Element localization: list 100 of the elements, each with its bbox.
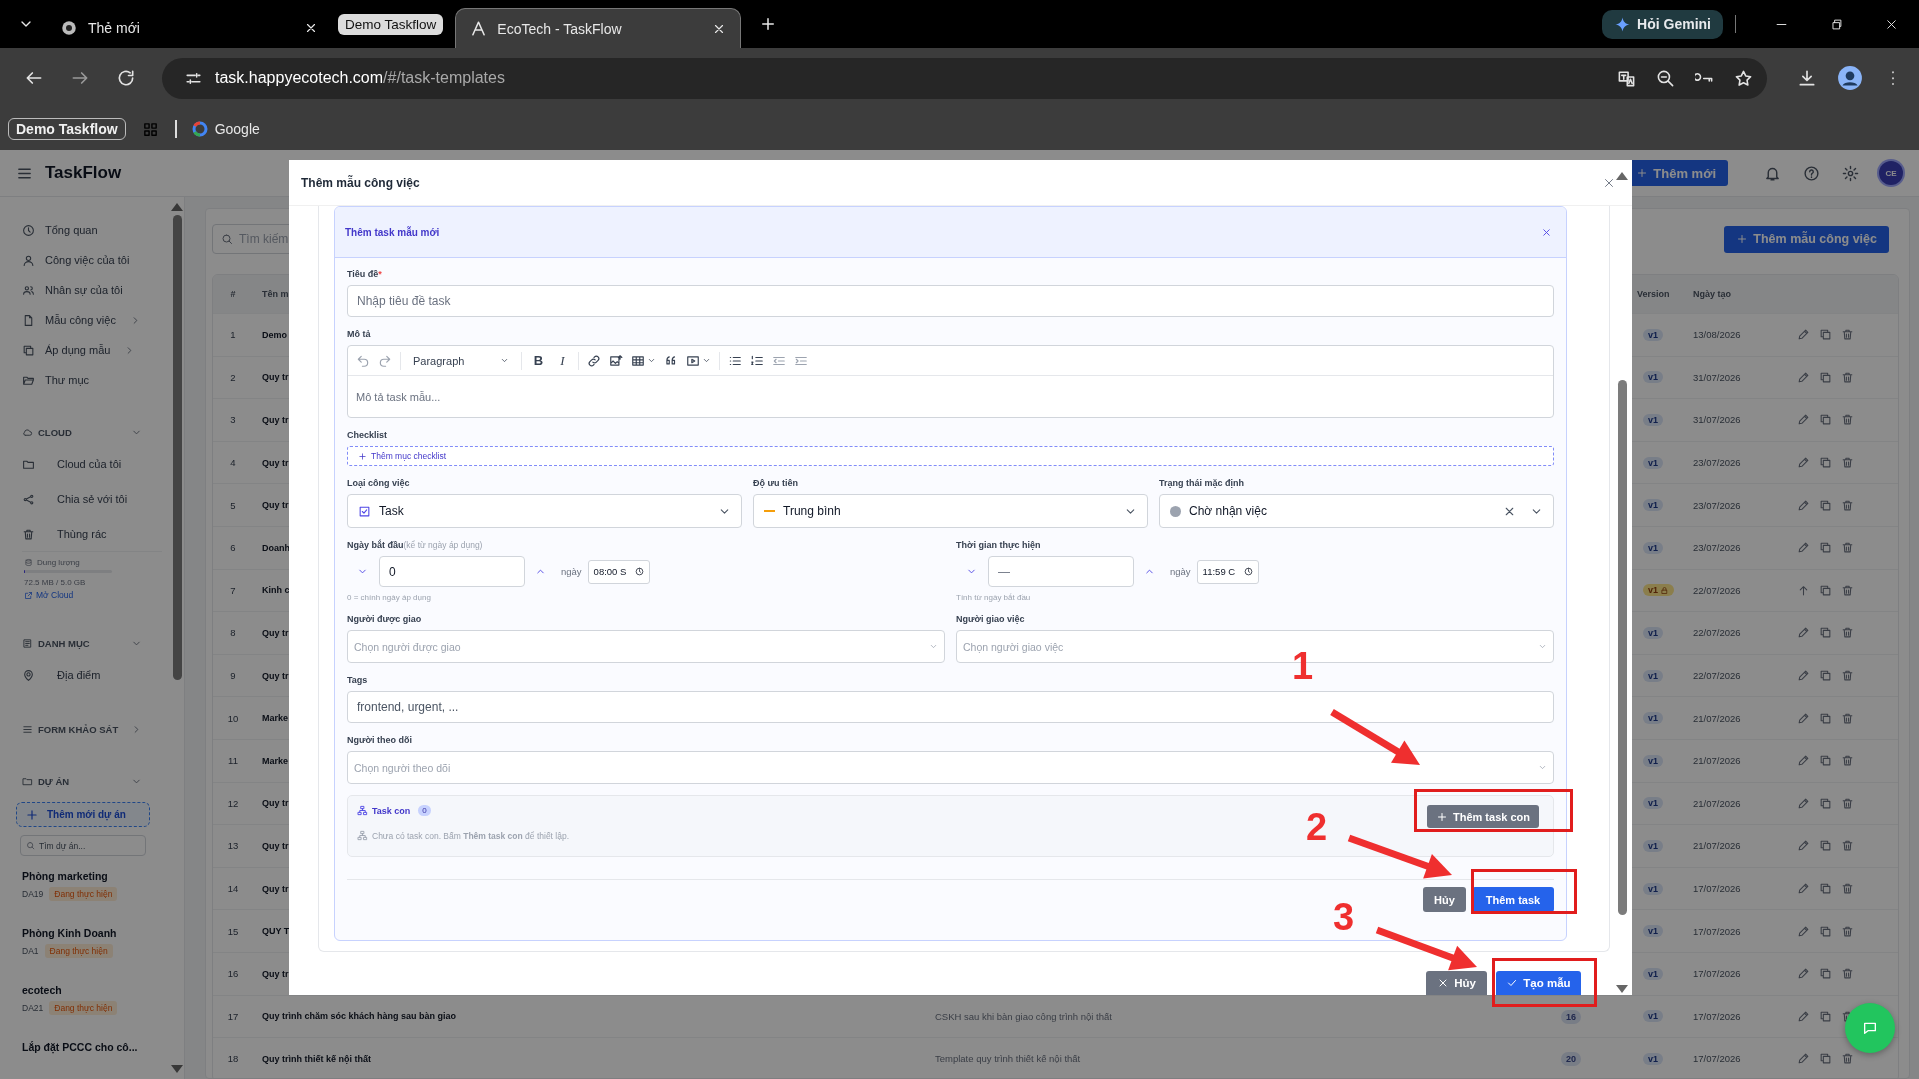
edit-icon[interactable] (1797, 1052, 1810, 1066)
delete-icon[interactable] (1841, 328, 1854, 342)
table-icon[interactable] (631, 353, 646, 368)
edit-icon[interactable] (1797, 498, 1810, 512)
time-field[interactable]: 08:00 S (587, 559, 650, 584)
italic-button[interactable]: I (554, 352, 571, 369)
section-header[interactable]: DANH MỤC (22, 628, 170, 658)
delete-icon[interactable] (1841, 498, 1854, 512)
sidebar-item[interactable]: Nhân sự của tôi (22, 275, 170, 306)
delete-icon[interactable] (1841, 882, 1854, 895)
bookmark-group[interactable]: Demo Taskflow (8, 118, 126, 140)
project-item[interactable]: ecotech DA21 Đang thực hiện (22, 984, 170, 1015)
sidebar-item[interactable]: Cloud của tôi (22, 446, 170, 482)
edit-icon[interactable] (1797, 882, 1810, 895)
section-header[interactable]: FORM KHẢO SÁT (22, 714, 170, 745)
number-field[interactable]: 0 (379, 556, 525, 587)
copy-icon[interactable] (1819, 669, 1832, 683)
copy-icon[interactable] (1819, 498, 1832, 512)
delete-icon[interactable] (1841, 583, 1854, 597)
image-icon[interactable] (609, 353, 624, 368)
delete-icon[interactable] (1841, 370, 1854, 384)
undo-icon[interactable] (356, 353, 370, 368)
browser-tab[interactable]: Thẻ mới (46, 8, 332, 48)
copy-icon[interactable] (1819, 583, 1832, 597)
copy-icon[interactable] (1819, 370, 1832, 384)
copy-icon[interactable] (1819, 626, 1832, 640)
settings-icon[interactable] (1842, 164, 1859, 182)
delete-icon[interactable] (1841, 456, 1854, 470)
sidebar-item[interactable]: Công việc của tôi (22, 245, 170, 276)
delete-icon[interactable] (1841, 839, 1854, 853)
copy-icon[interactable] (1819, 1052, 1832, 1066)
close-icon[interactable] (1884, 17, 1899, 32)
reload-icon[interactable] (116, 68, 136, 88)
section-header[interactable]: DỰ ÁN (22, 766, 170, 796)
copy-icon[interactable] (1819, 328, 1832, 342)
sidebar-item[interactable]: Tổng quan (22, 215, 170, 246)
tab-group-label[interactable]: Demo Taskflow (338, 13, 444, 35)
people-select[interactable]: Chọn người được giao (347, 630, 945, 663)
time-field[interactable]: 11:59 C (1196, 559, 1259, 584)
edit-icon[interactable] (1797, 541, 1810, 555)
bold-button[interactable]: B (530, 353, 547, 368)
delete-icon[interactable] (1841, 711, 1854, 725)
copy-icon[interactable] (1819, 1009, 1832, 1023)
project-search-field[interactable]: Tìm dự án... (20, 835, 146, 856)
copy-icon[interactable] (1819, 754, 1832, 768)
user-avatar[interactable]: CE (1879, 161, 1903, 185)
sidebar-item[interactable]: Thư mục (22, 365, 170, 396)
help-icon[interactable] (1803, 164, 1820, 182)
apps-icon[interactable] (141, 120, 159, 138)
delete-icon[interactable] (1841, 669, 1854, 683)
redo-icon[interactable] (378, 353, 392, 368)
copy-icon[interactable] (1819, 967, 1832, 981)
title-field[interactable]: Nhập tiêu đề task (347, 285, 1554, 317)
copy-icon[interactable] (1819, 413, 1832, 427)
rich-text-editor[interactable]: Paragraph B I Mô tả task mẫu... (347, 345, 1554, 418)
add-checklist-button[interactable]: Thêm mục checklist (347, 446, 1554, 466)
edit-icon[interactable] (1797, 626, 1810, 640)
download-icon[interactable] (1797, 68, 1817, 88)
edit-icon[interactable] (1797, 370, 1810, 384)
bookmark-link[interactable]: Google (190, 120, 260, 138)
sidebar-item[interactable]: Thùng rác (22, 516, 170, 552)
media-icon[interactable] (686, 353, 701, 368)
followers-select[interactable]: Chọn người theo dõi (347, 751, 1554, 784)
cancel-button[interactable]: Hủy (1426, 971, 1487, 995)
edit-icon[interactable] (1797, 711, 1810, 725)
gemini-button[interactable]: Hỏi Gemini (1602, 9, 1723, 39)
numbered-list-icon[interactable] (750, 353, 765, 368)
edit-icon[interactable] (1797, 456, 1810, 470)
delete-icon[interactable] (1841, 967, 1854, 981)
number-field[interactable]: — (988, 556, 1134, 587)
delete-icon[interactable] (1841, 413, 1854, 427)
delete-icon[interactable] (1841, 1052, 1854, 1066)
edit-icon[interactable] (1797, 796, 1810, 810)
zoom-icon[interactable] (1656, 68, 1675, 88)
format-dropdown[interactable]: Paragraph (409, 354, 514, 367)
status-select[interactable]: Chờ nhận việc (1159, 494, 1554, 528)
copy-icon[interactable] (1819, 924, 1832, 938)
sidebar-item[interactable]: Áp dụng mẫu (22, 335, 170, 366)
star-icon[interactable] (1734, 68, 1753, 88)
sidebar-item[interactable]: Địa điểm (22, 657, 170, 693)
close-icon[interactable] (304, 21, 318, 35)
section-header[interactable]: CLOUD (22, 417, 170, 447)
edit-icon[interactable] (1797, 1009, 1810, 1023)
copy-icon[interactable] (1819, 882, 1832, 895)
browser-tab[interactable]: EcoTech - TaskFlow (455, 8, 742, 48)
edit-icon[interactable] (1797, 839, 1810, 853)
profile-icon[interactable] (1837, 65, 1863, 91)
open-cloud-link[interactable]: Mở Cloud (24, 590, 132, 601)
delete-icon[interactable] (1841, 796, 1854, 810)
edit-icon[interactable] (1797, 328, 1810, 342)
tags-field[interactable]: frontend, urgent, ... (347, 691, 1554, 723)
create-template-button[interactable]: Tạo mẫu (1496, 971, 1581, 995)
edit-icon[interactable] (1797, 967, 1810, 981)
project-item[interactable]: Lắp đặt PCCC cho cô... (22, 1041, 170, 1053)
sidebar-item[interactable]: Mẫu công việc (22, 305, 170, 336)
project-item[interactable]: Phòng Kinh Doanh DA1 Đang thực hiện (22, 927, 170, 958)
delete-icon[interactable] (1841, 541, 1854, 555)
copy-icon[interactable] (1819, 456, 1832, 470)
sidebar-item[interactable]: Chia sẻ với tôi (22, 481, 170, 517)
delete-icon[interactable] (1841, 754, 1854, 768)
